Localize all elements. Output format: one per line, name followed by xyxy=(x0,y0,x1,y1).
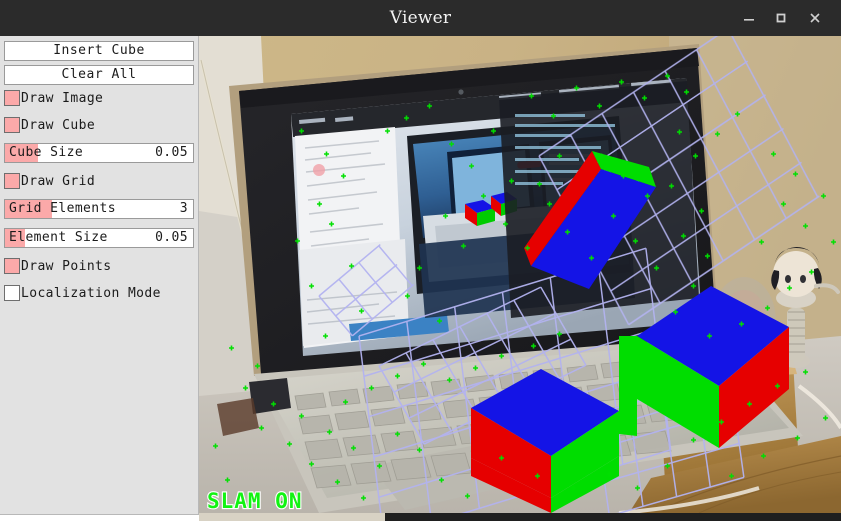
slider-value: 0.05 xyxy=(155,145,188,160)
checkbox-icon xyxy=(4,173,20,189)
checkbox-icon xyxy=(4,285,20,301)
clear-all-button[interactable]: Clear All xyxy=(4,65,194,85)
slider-label: Element Size xyxy=(9,230,108,245)
ar-scene xyxy=(199,36,841,513)
title-bar[interactable]: Viewer xyxy=(0,0,841,36)
maximize-icon xyxy=(776,13,786,23)
maximize-button[interactable] xyxy=(763,0,799,36)
checkbox-label: Localization Mode xyxy=(21,285,161,301)
insert-cube-button[interactable]: Insert Cube xyxy=(4,41,194,61)
slider-value: 3 xyxy=(179,201,188,216)
slam-status-label: SLAM ON xyxy=(206,488,303,514)
checkbox-icon xyxy=(4,117,20,133)
slider-label: Cube Size xyxy=(9,145,84,160)
checkbox-localization-mode[interactable]: Localization Mode xyxy=(4,284,194,302)
viewport-bottom-strip xyxy=(385,513,841,521)
checkbox-label: Draw Grid xyxy=(21,173,96,189)
minimize-icon xyxy=(744,19,754,21)
viewport-bottom-left-strip xyxy=(199,513,385,521)
window-title: Viewer xyxy=(389,8,452,28)
control-panel: Insert Cube Clear All Draw Image Draw Cu… xyxy=(0,36,199,515)
close-button[interactable] xyxy=(797,0,833,36)
checkbox-draw-cube[interactable]: Draw Cube xyxy=(4,116,194,134)
checkbox-icon xyxy=(4,258,20,274)
camera-viewport[interactable] xyxy=(199,36,841,513)
checkbox-label: Draw Points xyxy=(21,258,112,274)
slider-value: 0.05 xyxy=(155,230,188,245)
viewer-window: Viewer Insert Cube Clear All Draw Image xyxy=(0,0,841,521)
slider-label: Grid Elements xyxy=(9,201,116,216)
checkbox-label: Draw Image xyxy=(21,90,104,106)
checkbox-label: Draw Cube xyxy=(21,117,96,133)
checkbox-draw-points[interactable]: Draw Points xyxy=(4,257,194,275)
checkbox-draw-image[interactable]: Draw Image xyxy=(4,89,194,107)
slider-element-size[interactable]: Element Size 0.05 xyxy=(4,228,194,248)
minimize-button[interactable] xyxy=(731,0,767,36)
close-icon xyxy=(810,13,820,23)
checkbox-icon xyxy=(4,90,20,106)
slider-cube-size[interactable]: Cube Size 0.05 xyxy=(4,143,194,163)
slider-grid-elements[interactable]: Grid Elements 3 xyxy=(4,199,194,219)
checkbox-draw-grid[interactable]: Draw Grid xyxy=(4,172,194,190)
